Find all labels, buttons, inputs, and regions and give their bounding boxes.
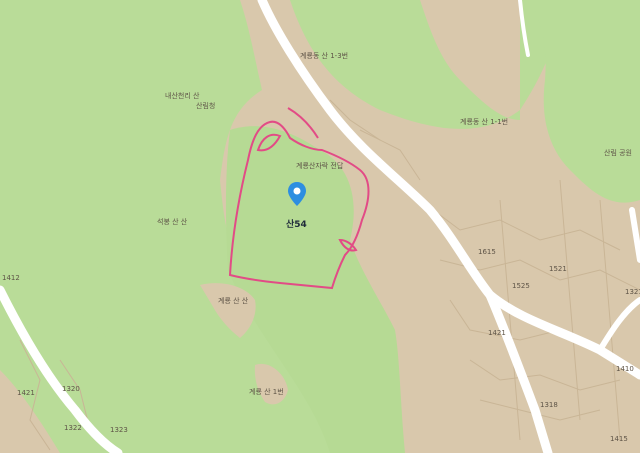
place-label: 석봉 산 산 bbox=[157, 218, 188, 226]
lot-number: 1525 bbox=[512, 282, 530, 290]
map-view[interactable]: 산54 계룡동 산 1-3번 내산천리 산 산림청 계룡동 산 1-1번 석봉 … bbox=[0, 0, 640, 453]
place-label: 계룡동 산 1-3번 bbox=[300, 52, 349, 60]
place-label: 산림청 bbox=[196, 102, 216, 110]
lot-number: 1421 bbox=[17, 389, 35, 397]
lot-number: 1521 bbox=[549, 265, 567, 273]
lot-number: 1412 bbox=[2, 274, 20, 282]
lot-number: 1410 bbox=[616, 365, 634, 373]
lot-number: 1615 bbox=[478, 248, 496, 256]
map-base bbox=[0, 0, 640, 453]
place-label: 내산천리 산 bbox=[165, 92, 200, 100]
lot-number: 1318 bbox=[540, 401, 558, 409]
place-label: 계룡동 산 1-1번 bbox=[460, 118, 509, 126]
lot-number: 1322 bbox=[64, 424, 82, 432]
lot-number: 1421 bbox=[488, 329, 506, 337]
place-label: 산림 공원 bbox=[604, 149, 632, 157]
place-label: 계룡 산 산 bbox=[218, 297, 249, 305]
place-label: 계룡 산 1번 bbox=[249, 388, 284, 396]
lot-number: 1321 bbox=[625, 288, 640, 296]
lot-number: 1320 bbox=[62, 385, 80, 393]
place-label: 계룡산자락 전답 bbox=[296, 162, 344, 170]
lot-number: 1415 bbox=[610, 435, 628, 443]
location-pin-icon[interactable] bbox=[286, 181, 308, 207]
lot-number: 1323 bbox=[110, 426, 128, 434]
parcel-label: 산54 bbox=[286, 220, 307, 230]
